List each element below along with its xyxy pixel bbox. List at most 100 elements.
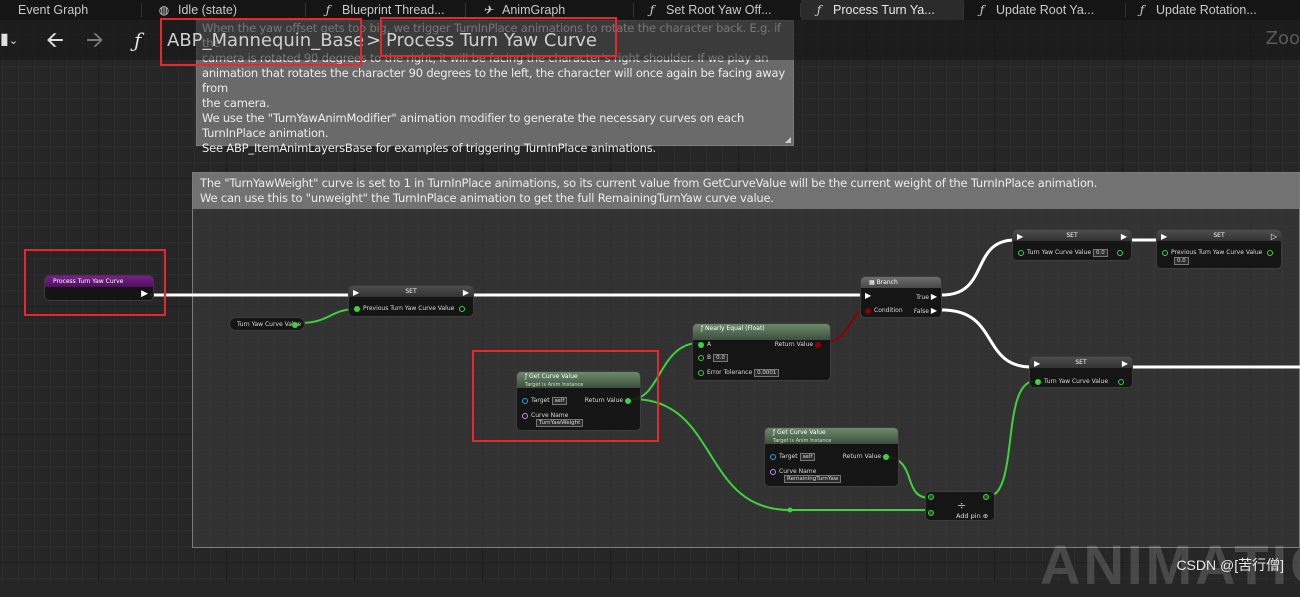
value-field[interactable]: 0.0	[1174, 257, 1189, 265]
exec-out-pin[interactable]: ▶	[1121, 232, 1127, 241]
pin-label: Condition	[874, 307, 903, 314]
condition-pin[interactable]: Condition	[865, 307, 903, 314]
highlight-box-breadcrumb-root	[160, 18, 362, 66]
pin-label: Turn Yaw Curve Value	[1044, 378, 1109, 385]
true-pin[interactable]: True ▶	[916, 292, 937, 301]
tab-label: Event Graph	[18, 3, 89, 17]
turn-yaw-curve-value-pin[interactable]: Turn Yaw Curve Value 0.0	[1018, 249, 1108, 257]
node-subtitle: Target is Anim Instance	[773, 438, 832, 444]
set-turn-yaw-curve-value-top-node[interactable]: SET ▶ ▶ Turn Yaw Curve Value 0.0	[1012, 229, 1132, 261]
b-value-field[interactable]: 0.0	[713, 354, 728, 362]
divide-input-a-pin[interactable]	[928, 493, 937, 500]
pin-label: Previous Turn Yaw Curve Value	[1171, 249, 1263, 256]
float-out-pin[interactable]	[459, 305, 468, 312]
curve-name-pin[interactable]: Curve Name	[770, 468, 816, 475]
return-value-pin[interactable]: Return Value	[843, 453, 892, 460]
nearly-equal-node[interactable]: ƒ Nearly Equal (Float) A Return Value B0…	[692, 323, 831, 381]
turn-yaw-curve-value-getter[interactable]: Turn Yaw Curve Value	[229, 317, 305, 331]
curve-name-value[interactable]: RemainingTurnYaw	[784, 475, 842, 483]
branch-icon: ▦	[869, 279, 877, 286]
pin-label: Target	[779, 453, 798, 460]
node-header: SET	[349, 286, 473, 297]
node-header: ▦ Branch	[861, 277, 941, 288]
breadcrumb-separator: >	[366, 30, 382, 51]
set-previous-turn-yaw-node[interactable]: SET ▶ ▶ Previous Turn Yaw Curve Value	[348, 285, 474, 317]
exec-out-pin[interactable]: ▶	[1122, 359, 1128, 368]
tab-process-turn-yaw[interactable]: ƒ Process Turn Ya...	[801, 0, 964, 20]
pin-label: False	[913, 308, 929, 315]
set-turn-yaw-curve-value-bottom-node[interactable]: SET ▶ ▶ Turn Yaw Curve Value	[1029, 356, 1133, 388]
state-icon: ◍	[158, 3, 170, 17]
add-pin-label: Add pin	[956, 512, 981, 520]
function-icon: ƒ	[325, 3, 331, 17]
exec-in-pin[interactable]: ▶	[1161, 232, 1167, 241]
tolerance-value-field[interactable]: 0.0001	[754, 369, 780, 377]
csdn-credit: CSDN @[苦行僧]	[1176, 557, 1284, 573]
pin-label: Error Tolerance	[707, 369, 753, 376]
divide-node[interactable]: ÷ Add pin ⊕	[925, 491, 995, 521]
exec-in-pin[interactable]: ▶	[353, 288, 359, 297]
branch-title: Branch	[876, 279, 898, 286]
float-out-pin[interactable]	[292, 321, 301, 328]
float-out-pin[interactable]	[1117, 249, 1126, 256]
zoom-label: Zoo	[1265, 28, 1300, 49]
highlight-box-get-curve-value	[472, 350, 659, 442]
curve-name-field[interactable]: RemainingTurnYaw	[782, 475, 842, 483]
float-out-pin[interactable]	[1267, 249, 1276, 256]
tab-update-root-yaw[interactable]: ƒ Update Root Ya...	[964, 0, 1126, 20]
tab-set-root-yaw-offset[interactable]: ƒ Set Root Yaw Off...	[634, 0, 801, 20]
previous-turn-yaw-pin[interactable]: Previous Turn Yaw Curve Value	[354, 305, 454, 312]
value-field[interactable]: 0.0	[1093, 249, 1108, 257]
pin-label: Return Value	[842, 453, 882, 460]
target-value-field[interactable]: self	[799, 453, 816, 461]
pin-label: Return Value	[774, 341, 814, 348]
value-field-wrap[interactable]: 0.0	[1172, 257, 1189, 265]
tab-event-graph[interactable]: Event Graph	[0, 0, 142, 20]
return-value-pin[interactable]: Return Value	[775, 341, 824, 348]
node-header: SET	[1013, 230, 1131, 241]
bookmark-icon[interactable]: ▮⌄	[0, 28, 18, 52]
pin-label: Turn Yaw Curve Value	[1027, 249, 1092, 256]
tab-idle-state[interactable]: ◍ Idle (state)	[142, 0, 306, 20]
exec-out-pin[interactable]: ▶	[463, 288, 469, 297]
set-previous-turn-yaw-top-node[interactable]: SET ▶ ▷ Previous Turn Yaw Curve Value 0.…	[1156, 229, 1282, 269]
exec-in-pin[interactable]: ▶	[1034, 359, 1040, 368]
function-icon: ƒ	[816, 3, 822, 17]
divide-output-pin[interactable]	[983, 493, 992, 500]
tab-label: Process Turn Ya...	[833, 3, 935, 17]
exec-out-pin[interactable]: ▷	[1271, 232, 1277, 241]
function-icon: ƒ	[649, 3, 655, 17]
a-pin[interactable]: A	[698, 341, 711, 348]
previous-turn-yaw-pin[interactable]: Previous Turn Yaw Curve Value	[1162, 249, 1262, 256]
node-title: Nearly Equal (Float)	[705, 325, 765, 332]
divide-input-b-pin[interactable]	[928, 509, 937, 516]
node-header: ƒ Get Curve Value Target is Anim Instance	[765, 428, 898, 444]
pin-label: Curve Name	[779, 468, 817, 475]
turn-yaw-curve-value-pin[interactable]: Turn Yaw Curve Value	[1035, 378, 1108, 385]
function-icon: ƒ	[979, 3, 985, 17]
node-header: SET	[1157, 230, 1281, 241]
function-icon: ƒ	[1139, 3, 1145, 17]
tab-update-rotation[interactable]: ƒ Update Rotation...	[1126, 0, 1300, 20]
false-pin[interactable]: False ▶	[914, 306, 937, 315]
pin-label: Previous Turn Yaw Curve Value	[363, 305, 455, 312]
exec-in-pin[interactable]: ▶	[1017, 232, 1023, 241]
add-pin-icon: ⊕	[982, 512, 989, 520]
error-tolerance-pin[interactable]: Error Tolerance 0.0001	[698, 369, 780, 377]
target-pin[interactable]: Target self	[770, 453, 816, 461]
divide-symbol: ÷	[957, 499, 967, 512]
tab-label: Idle (state)	[178, 3, 238, 17]
tab-label: Set Root Yaw Off...	[666, 3, 772, 17]
tab-label: Update Rotation...	[1156, 3, 1257, 17]
back-arrow-icon[interactable]: 🡨	[46, 28, 64, 52]
get-curve-value-remaining-turn-yaw-node[interactable]: ƒ Get Curve Value Target is Anim Instance…	[764, 427, 899, 487]
add-pin-button[interactable]: Add pin ⊕	[956, 512, 988, 520]
highlight-box-entry-node	[24, 249, 166, 316]
exec-in-pin[interactable]: ▶	[865, 291, 871, 300]
b-pin[interactable]: B 0.0	[698, 354, 728, 362]
node-header: ƒ Nearly Equal (Float)	[693, 324, 830, 340]
wires-layer	[150, 238, 1300, 513]
branch-node[interactable]: ▦ Branch ▶ True ▶ Condition False ▶	[860, 276, 942, 318]
float-out-pin[interactable]	[1118, 378, 1127, 385]
forward-arrow-icon[interactable]: 🡪	[86, 28, 104, 52]
